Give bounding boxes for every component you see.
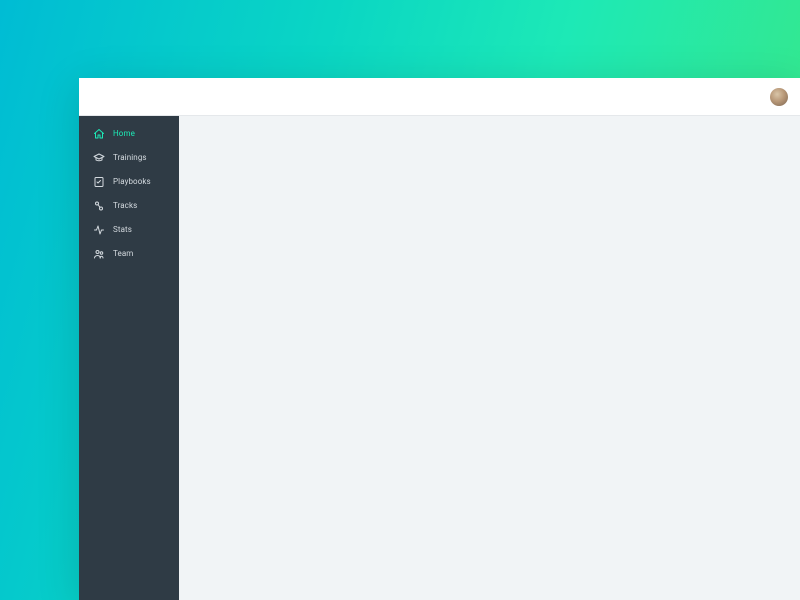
sidebar-item-label: Tracks: [113, 202, 137, 210]
sidebar-item-tracks[interactable]: Tracks: [79, 194, 179, 218]
checklist-icon: [93, 176, 105, 188]
sidebar-item-label: Trainings: [113, 154, 147, 162]
activity-icon: [93, 224, 105, 236]
sidebar-item-label: Home: [113, 130, 135, 138]
tracks-icon: [93, 200, 105, 212]
sidebar-item-label: Stats: [113, 226, 132, 234]
home-icon: [93, 128, 105, 140]
grad-cap-icon: [93, 152, 105, 164]
sidebar-item-label: Playbooks: [113, 178, 151, 186]
team-icon: [93, 248, 105, 260]
sidebar: Home Trainings Playbooks: [79, 116, 179, 600]
sidebar-item-label: Team: [113, 250, 133, 258]
sidebar-item-playbooks[interactable]: Playbooks: [79, 170, 179, 194]
sidebar-item-trainings[interactable]: Trainings: [79, 146, 179, 170]
avatar[interactable]: [770, 88, 788, 106]
app-body: Home Trainings Playbooks: [79, 116, 800, 600]
sidebar-item-stats[interactable]: Stats: [79, 218, 179, 242]
sidebar-item-home[interactable]: Home: [79, 122, 179, 146]
topbar: [79, 78, 800, 116]
main-content: [179, 116, 800, 600]
app-window: Home Trainings Playbooks: [79, 78, 800, 600]
sidebar-item-team[interactable]: Team: [79, 242, 179, 266]
gradient-backdrop: Home Trainings Playbooks: [0, 0, 800, 600]
